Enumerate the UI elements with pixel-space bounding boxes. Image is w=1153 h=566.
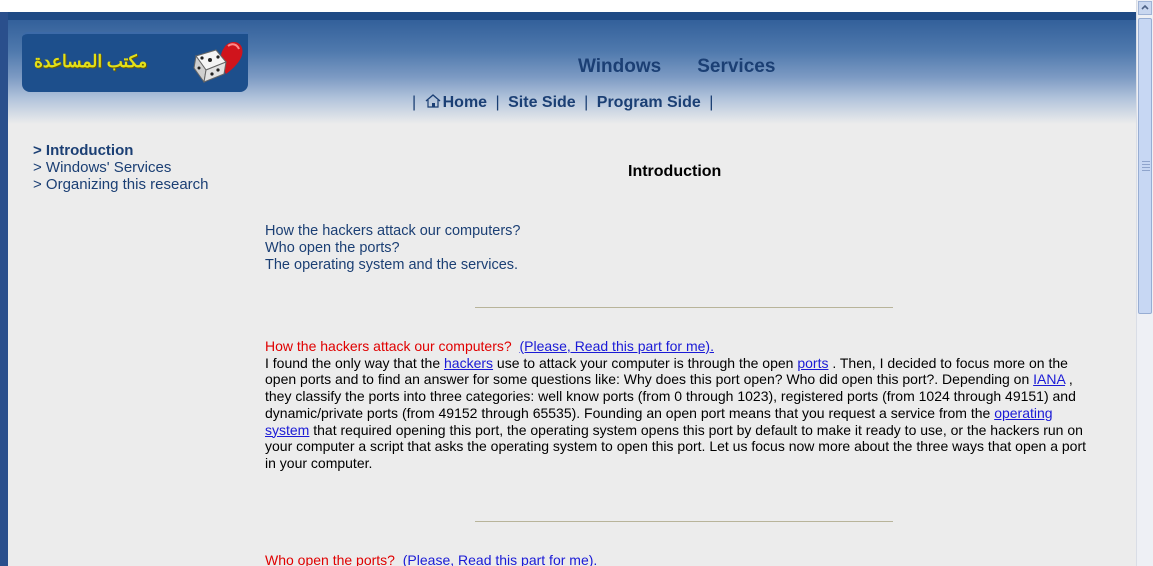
menu-separator: |	[412, 94, 417, 111]
section-1-text-1: I found the only way that the	[265, 354, 445, 371]
menu-home-link[interactable]: Home	[443, 94, 487, 111]
section-who-open-ports: Who open the ports? (Please, Read this p…	[265, 552, 1095, 566]
toc-item-os-services[interactable]: The operating system and the services.	[265, 257, 520, 274]
section-2-heading: Who open the ports?	[265, 552, 395, 566]
header-title: Windows Services	[578, 56, 811, 78]
scroll-up-arrow-icon[interactable]	[1138, 1, 1152, 15]
logo-heart-dice-icon	[193, 42, 243, 84]
vertical-scrollbar[interactable]	[1136, 0, 1153, 566]
link-iana[interactable]: IANA	[1033, 371, 1065, 387]
menu-separator: |	[709, 94, 714, 111]
page-content-area: مكتب المساعدة Windows Services | Home | …	[8, 12, 1137, 566]
page-header: مكتب المساعدة Windows Services | Home | …	[8, 12, 1137, 124]
table-of-contents: How the hackers attack our computers? Wh…	[265, 223, 520, 274]
divider-2	[475, 521, 893, 522]
page-title: Introduction	[628, 163, 722, 180]
logo-text: مكتب المساعدة	[34, 52, 148, 71]
link-hackers[interactable]: hackers	[444, 355, 493, 371]
title-word-windows: Windows	[578, 56, 662, 77]
sidebar-item-organizing-research[interactable]: > Organizing this research	[33, 176, 209, 193]
page-left-border	[0, 12, 8, 566]
header-top-line	[8, 12, 1137, 20]
section-1-text-5: that required opening this port, the ope…	[265, 421, 1087, 471]
scrollbar-thumb[interactable]	[1138, 18, 1152, 314]
menu-program-side-link[interactable]: Program Side	[597, 94, 701, 111]
scrollbar-grip	[1142, 167, 1150, 168]
link-ports[interactable]: ports	[797, 355, 828, 371]
section-2-read-link[interactable]: (Please, Read this part for me).	[403, 552, 598, 566]
sidebar-nav: > Introduction > Windows' Services > Org…	[33, 142, 209, 193]
scrollbar-grip	[1142, 164, 1150, 165]
divider-1	[475, 307, 893, 308]
title-word-services: Services	[697, 56, 776, 77]
home-icon[interactable]	[425, 94, 441, 108]
menu-separator: |	[584, 94, 589, 111]
section-1-heading: How the hackers attack our computers?	[265, 338, 512, 354]
scrollbar-grip	[1142, 170, 1150, 171]
sidebar-item-windows-services[interactable]: > Windows' Services	[33, 159, 209, 176]
top-menu: | Home | Site Side | Program Side |	[408, 94, 717, 112]
section-1-text-2: use to attack your computer is through t…	[493, 354, 798, 371]
site-logo[interactable]: مكتب المساعدة	[22, 32, 248, 92]
menu-separator: |	[495, 94, 500, 111]
toc-item-who-open-ports[interactable]: Who open the ports?	[265, 240, 520, 257]
sidebar-item-introduction[interactable]: > Introduction	[33, 142, 209, 159]
menu-site-side-link[interactable]: Site Side	[508, 94, 576, 111]
toc-item-hackers-attack[interactable]: How the hackers attack our computers?	[265, 223, 520, 240]
section-hackers-attack: How the hackers attack our computers? (P…	[265, 338, 1095, 472]
scrollbar-grip	[1142, 161, 1150, 162]
section-1-read-link[interactable]: (Please, Read this part for me).	[519, 338, 714, 354]
